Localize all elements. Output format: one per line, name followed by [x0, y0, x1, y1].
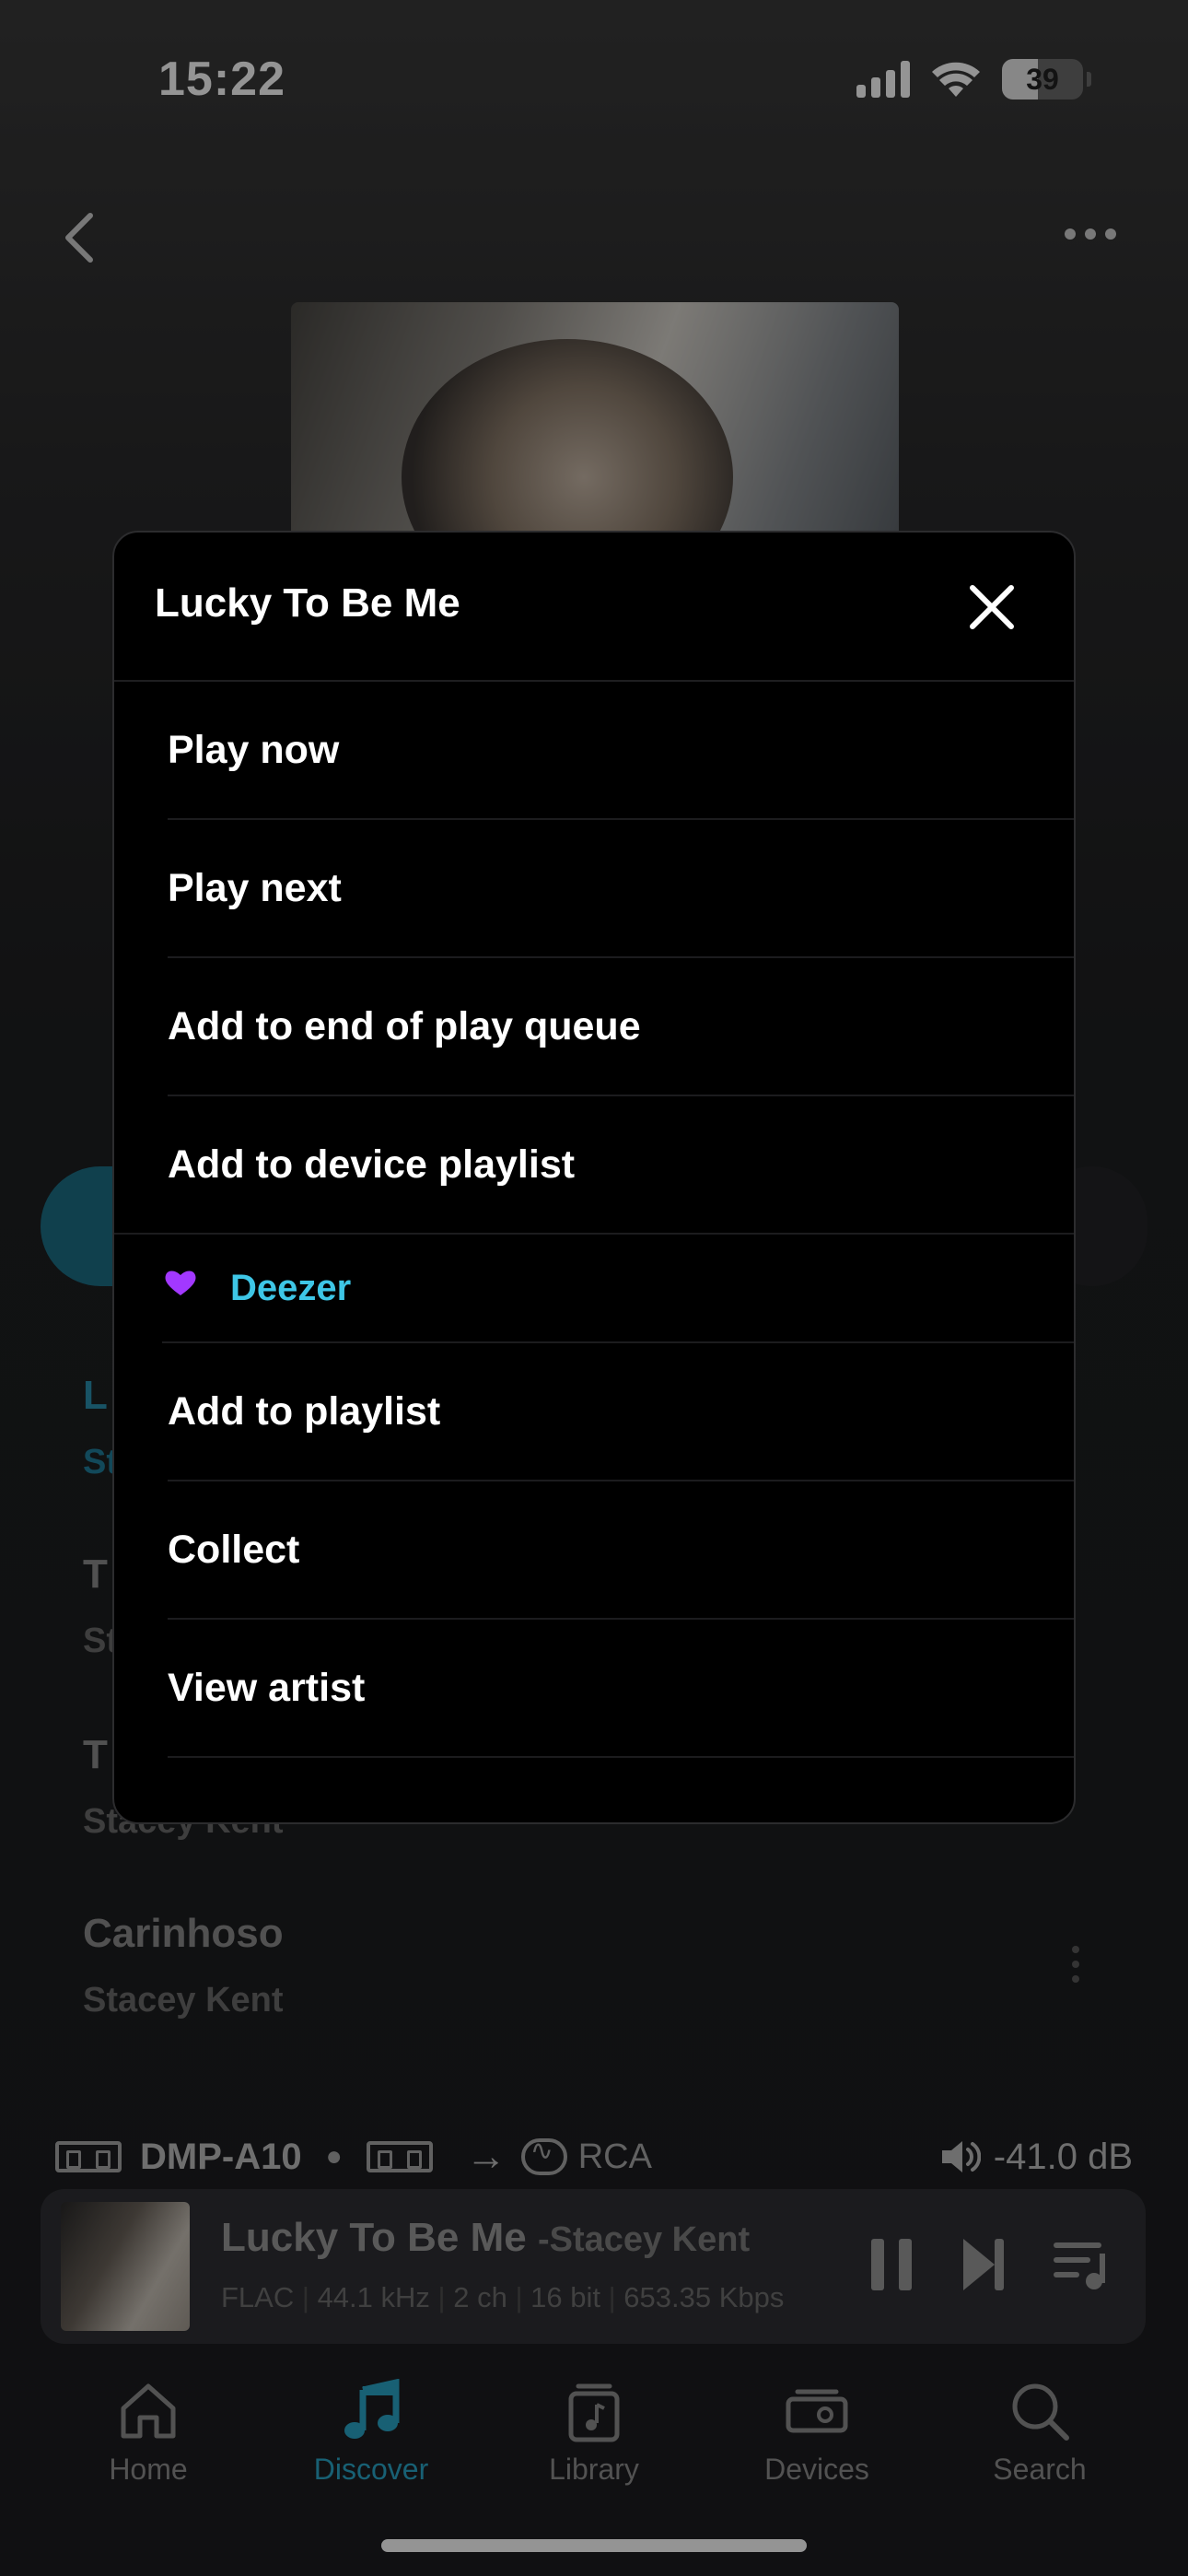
close-icon[interactable] — [967, 582, 1017, 632]
menu-item-add-to-queue[interactable]: Add to end of play queue — [168, 958, 1074, 1096]
menu-item-play-next[interactable]: Play next — [168, 820, 1074, 958]
sheet-title: Lucky To Be Me — [155, 580, 460, 626]
menu-item-collect[interactable]: Collect — [168, 1481, 1074, 1620]
sheet-header: Lucky To Be Me — [114, 533, 1074, 682]
provider-header: Deezer — [162, 1235, 1074, 1343]
menu-item-add-to-playlist[interactable]: Add to playlist — [168, 1343, 1074, 1481]
menu-item-add-to-device-playlist[interactable]: Add to device playlist — [114, 1096, 1074, 1235]
track-options-sheet: Lucky To Be Me Play now Play next Add to… — [112, 531, 1076, 1824]
menu-item-play-now[interactable]: Play now — [168, 682, 1074, 820]
deezer-logo-icon — [165, 1270, 196, 1295]
menu-item-view-artist[interactable]: View artist — [168, 1620, 1074, 1758]
provider-name: Deezer — [230, 1267, 352, 1308]
